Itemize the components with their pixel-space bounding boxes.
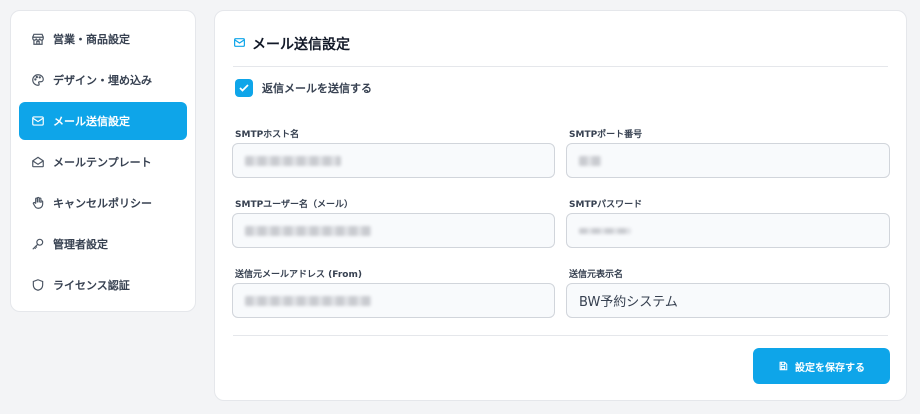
reply-mail-checkbox-label: 返信メールを送信する: [262, 82, 372, 95]
from-address-label: 送信元メールアドレス (From): [235, 270, 362, 280]
smtp-host-label: SMTPホスト名: [235, 130, 300, 140]
check-icon: [239, 84, 249, 92]
mail-settings-panel: メール送信設定 返信メールを送信する SMTPホスト名 SMTPポート番号 SM…: [214, 10, 907, 401]
sidebar-item-license[interactable]: ライセンス認証: [19, 266, 187, 304]
from-name-label: 送信元表示名: [569, 270, 624, 280]
sidebar-item-label: メールテンプレート: [53, 156, 152, 169]
key-icon: [31, 237, 45, 251]
sidebar-item-label: ライセンス認証: [53, 279, 130, 292]
sidebar: 営業・商品設定 デザイン・埋め込み メール送信設定 メールテンプレート キャンセ…: [10, 10, 196, 312]
from-address-input[interactable]: [232, 283, 555, 318]
palette-icon: [31, 73, 45, 87]
smtp-password-input[interactable]: [566, 213, 890, 248]
mail-open-icon: [31, 155, 45, 169]
sidebar-item-design[interactable]: デザイン・埋め込み: [19, 61, 187, 99]
sidebar-item-label: メール送信設定: [53, 115, 130, 128]
sidebar-item-admin-settings[interactable]: 管理者設定: [19, 225, 187, 263]
smtp-port-label: SMTPポート番号: [569, 130, 643, 140]
from-name-input[interactable]: BW予約システム: [566, 283, 890, 318]
save-icon: [779, 361, 788, 371]
reply-mail-option: 返信メールを送信する: [235, 79, 372, 97]
sidebar-item-mail-template[interactable]: メールテンプレート: [19, 143, 187, 181]
panel-header: メール送信設定: [233, 31, 888, 67]
hand-icon: [31, 196, 45, 210]
sidebar-item-label: キャンセルポリシー: [53, 197, 152, 210]
smtp-user-input[interactable]: [232, 213, 555, 248]
save-settings-button[interactable]: 設定を保存する: [753, 348, 890, 384]
smtp-host-input[interactable]: [232, 143, 555, 178]
sidebar-item-label: 営業・商品設定: [53, 33, 130, 46]
sidebar-item-label: 管理者設定: [53, 238, 108, 251]
redacted-value: [245, 225, 371, 236]
shield-icon: [31, 278, 45, 292]
smtp-password-label: SMTPパスワード: [569, 200, 643, 210]
store-icon: [31, 32, 45, 46]
redacted-value: [579, 155, 601, 166]
redacted-value: [245, 295, 371, 306]
page-title: メール送信設定: [252, 36, 350, 53]
sidebar-item-cancel-policy[interactable]: キャンセルポリシー: [19, 184, 187, 222]
mail-icon: [233, 34, 246, 53]
redacted-value: [245, 155, 341, 166]
sidebar-item-label: デザイン・埋め込み: [53, 74, 152, 87]
save-button-label: 設定を保存する: [795, 362, 865, 374]
from-name-value: BW予約システム: [579, 295, 678, 310]
redacted-value: [579, 227, 631, 234]
smtp-port-input[interactable]: [566, 143, 890, 178]
divider: [233, 335, 888, 336]
reply-mail-checkbox[interactable]: [235, 79, 253, 97]
sidebar-item-mail-settings[interactable]: メール送信設定: [19, 102, 187, 140]
smtp-user-label: SMTPユーザー名（メール）: [235, 200, 353, 210]
sidebar-item-business-settings[interactable]: 営業・商品設定: [19, 20, 187, 58]
mail-icon: [31, 114, 45, 128]
